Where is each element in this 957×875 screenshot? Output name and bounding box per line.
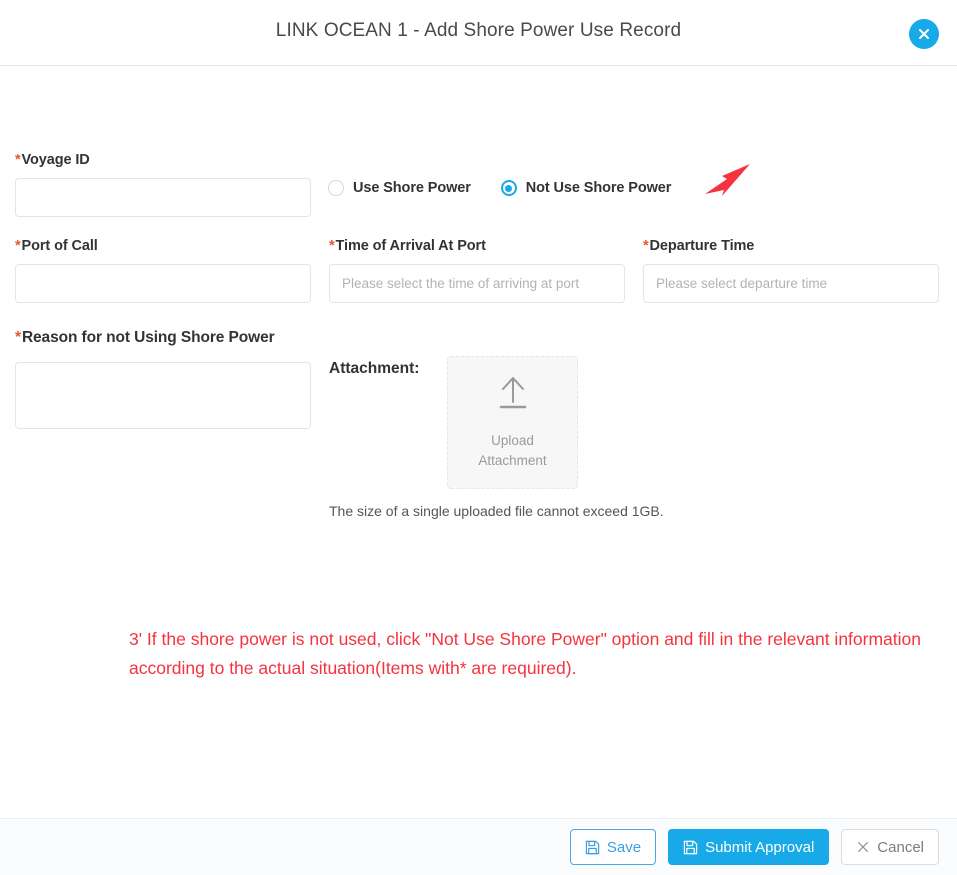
port-of-call-label-text: Port of Call bbox=[21, 238, 98, 254]
upload-caption-line1: Upload bbox=[491, 433, 534, 448]
page-title: LINK OCEAN 1 - Add Shore Power Use Recor… bbox=[275, 20, 682, 41]
modal-footer: Save Submit Approval Cancel bbox=[0, 818, 957, 875]
radio-not-use-shore-power[interactable]: Not Use Shore Power bbox=[500, 180, 672, 196]
voyage-id-input[interactable] bbox=[15, 178, 311, 217]
required-asterisk: * bbox=[15, 152, 21, 168]
upload-size-hint: The size of a single uploaded file canno… bbox=[329, 503, 664, 519]
save-button[interactable]: Save bbox=[569, 829, 657, 865]
voyage-id-label: *Voyage ID bbox=[15, 152, 90, 168]
reason-label: *Reason for not Using Shore Power bbox=[15, 329, 275, 347]
departure-time-label-text: Departure Time bbox=[649, 238, 755, 254]
port-of-call-label: *Port of Call bbox=[15, 238, 98, 254]
close-button[interactable] bbox=[909, 19, 939, 49]
radio-not-use-shore-power-label: Not Use Shore Power bbox=[525, 180, 672, 196]
instruction-note: 3' If the shore power is not used, click… bbox=[129, 629, 922, 678]
cancel-button[interactable]: Cancel bbox=[841, 829, 939, 865]
departure-time-label: *Departure Time bbox=[643, 238, 754, 254]
modal-header: LINK OCEAN 1 - Add Shore Power Use Recor… bbox=[0, 0, 957, 66]
modal-body: *Voyage ID Use Shore Power Not Use Shore… bbox=[0, 66, 957, 818]
reason-textarea[interactable] bbox=[15, 362, 311, 429]
save-floppy-icon bbox=[585, 840, 600, 855]
departure-time-input[interactable] bbox=[643, 264, 939, 303]
arrival-time-input[interactable] bbox=[329, 264, 625, 303]
required-asterisk: * bbox=[15, 238, 21, 254]
cancel-button-label: Cancel bbox=[877, 838, 924, 856]
voyage-id-label-text: Voyage ID bbox=[21, 152, 90, 168]
submit-approval-button[interactable]: Submit Approval bbox=[668, 829, 830, 865]
upload-arrow-icon bbox=[493, 374, 533, 417]
upload-attachment-button[interactable]: Upload Attachment bbox=[447, 356, 578, 489]
save-button-label: Save bbox=[606, 838, 642, 856]
close-x-icon bbox=[856, 840, 870, 854]
close-icon bbox=[916, 26, 932, 42]
radio-use-shore-power[interactable]: Use Shore Power bbox=[328, 180, 471, 196]
arrival-time-label: *Time of Arrival At Port bbox=[329, 238, 486, 254]
arrival-time-label-text: Time of Arrival At Port bbox=[335, 238, 486, 254]
save-floppy-icon bbox=[683, 840, 698, 855]
attachment-label: Attachment: bbox=[329, 360, 420, 377]
upload-caption-line2: Attachment bbox=[478, 453, 547, 468]
required-asterisk: * bbox=[15, 329, 21, 346]
red-arrow-annotation-icon bbox=[700, 162, 752, 204]
reason-label-text: Reason for not Using Shore Power bbox=[21, 329, 275, 346]
radio-use-shore-power-label: Use Shore Power bbox=[353, 180, 471, 196]
submit-approval-button-label: Submit Approval bbox=[705, 838, 815, 856]
required-asterisk: * bbox=[643, 238, 649, 254]
radio-unchecked-icon bbox=[328, 180, 344, 196]
required-asterisk: * bbox=[329, 238, 335, 254]
shore-power-radio-group: Use Shore Power Not Use Shore Power bbox=[328, 180, 701, 196]
radio-checked-icon bbox=[500, 180, 517, 196]
port-of-call-input[interactable] bbox=[15, 264, 311, 303]
